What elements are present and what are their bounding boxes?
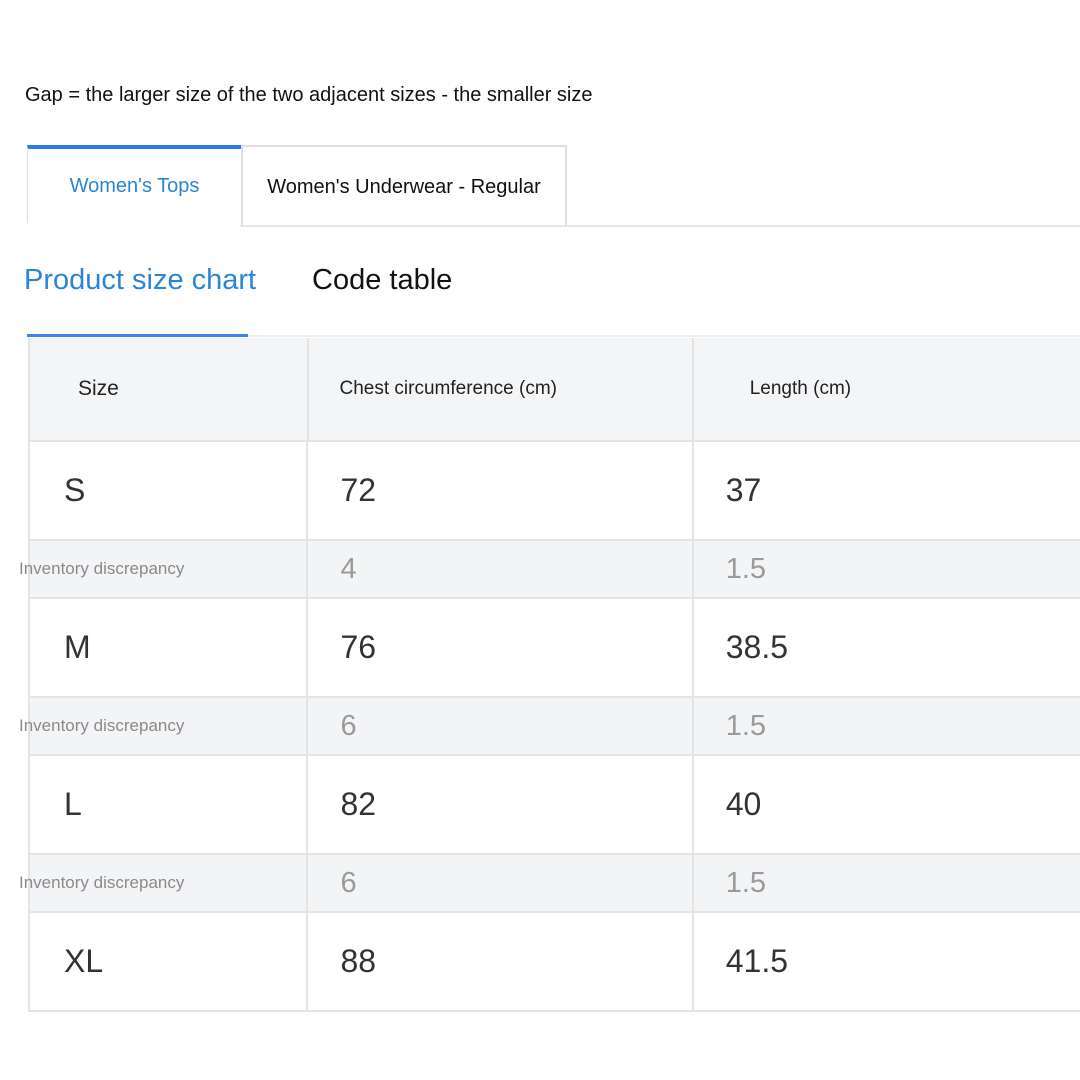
table-row: S 72 37 bbox=[28, 442, 1080, 541]
size-cell: S bbox=[30, 442, 309, 539]
gap-label: Inventory discrepancy bbox=[19, 559, 185, 578]
gap-row: Inventory discrepancy 6 1.5 bbox=[19, 698, 1080, 756]
gap-label: Inventory discrepancy bbox=[19, 873, 185, 892]
tab-womens-tops[interactable]: Women's Tops bbox=[27, 145, 241, 223]
gap-row: Inventory discrepancy 6 1.5 bbox=[19, 855, 1080, 913]
length-gap-cell: 1.5 bbox=[725, 552, 767, 585]
sub-tabs-divider bbox=[248, 335, 1080, 337]
length-cell: 38.5 bbox=[725, 629, 789, 665]
gap-row: Inventory discrepancy 4 1.5 bbox=[19, 541, 1080, 599]
table-header-row: Size Chest circumference (cm) Length (cm… bbox=[28, 338, 1080, 442]
length-gap-cell: 1.5 bbox=[725, 866, 767, 899]
tab-product-size-chart[interactable]: Product size chart bbox=[24, 264, 256, 297]
gap-label-cell: Inventory discrepancy bbox=[19, 698, 309, 754]
table-row: XL 88 41.5 bbox=[28, 913, 1080, 1012]
table-row: L 82 40 bbox=[28, 756, 1080, 855]
tab-womens-underwear-regular[interactable]: Women's Underwear - Regular bbox=[241, 145, 567, 227]
table-row: M 76 38.5 bbox=[28, 599, 1080, 698]
active-tab-indicator bbox=[27, 334, 248, 337]
chest-cell: 76 bbox=[308, 599, 694, 696]
chest-cell: 82 bbox=[308, 756, 694, 853]
chest-gap-cell: 6 bbox=[308, 855, 694, 911]
length-gap-cell: 1.5 bbox=[725, 709, 767, 742]
chest-cell: 72 bbox=[308, 442, 694, 539]
header-size: Size bbox=[30, 338, 309, 440]
chest-cell: 88 bbox=[308, 913, 694, 1010]
category-tabs-divider bbox=[240, 225, 1080, 227]
gap-label-cell: Inventory discrepancy bbox=[19, 541, 309, 597]
gap-label: Inventory discrepancy bbox=[19, 716, 185, 735]
header-chest-circumference: Chest circumference (cm) bbox=[309, 338, 694, 440]
size-cell: XL bbox=[30, 913, 309, 1010]
chest-gap-cell: 4 bbox=[308, 541, 694, 597]
header-length: Length (cm) bbox=[749, 378, 852, 399]
gap-label-cell: Inventory discrepancy bbox=[19, 855, 309, 911]
chest-gap-cell: 6 bbox=[308, 698, 694, 754]
category-tabs: Women's Tops Women's Underwear - Regular bbox=[27, 145, 567, 227]
gap-formula-note: Gap = the larger size of the two adjacen… bbox=[25, 84, 593, 106]
length-cell: 41.5 bbox=[725, 943, 789, 979]
tab-code-table[interactable]: Code table bbox=[312, 264, 452, 297]
size-chart-table: Size Chest circumference (cm) Length (cm… bbox=[19, 338, 1080, 1012]
size-cell: M bbox=[30, 599, 309, 696]
size-cell: L bbox=[30, 756, 309, 853]
length-cell: 37 bbox=[725, 472, 762, 508]
length-cell: 40 bbox=[725, 786, 762, 822]
